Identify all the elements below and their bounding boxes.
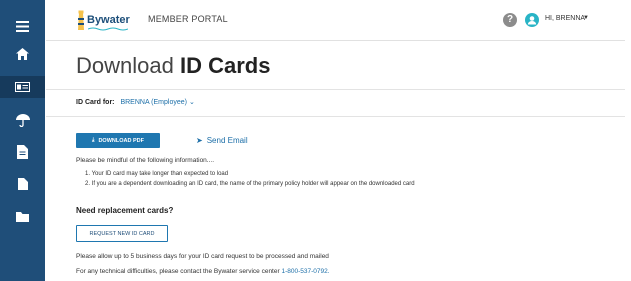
replacement-note: Please allow up to 5 business days for y… — [76, 253, 329, 260]
replacement-heading: Need replacement cards? — [76, 206, 174, 215]
support-text-row: For any technical difficulties, please c… — [76, 268, 330, 275]
request-new-id-card-button[interactable]: REQUEST NEW ID CARD — [76, 225, 168, 242]
info-item: 2. If you are a dependent downloading an… — [85, 181, 415, 187]
download-pdf-button[interactable]: ⤓ DOWNLOAD PDF — [76, 133, 160, 148]
id-card-selector-row: ID Card for: BRENNA (Employee) ⌄ — [76, 98, 195, 106]
page-title-main: ID Cards — [179, 53, 271, 78]
user-avatar-icon[interactable] — [525, 13, 539, 27]
help-icon[interactable]: ? — [503, 13, 517, 27]
document-icon[interactable] — [0, 141, 45, 163]
chevron-down-icon: ⌄ — [188, 99, 195, 106]
file-icon[interactable] — [0, 173, 45, 195]
send-arrow-icon: ➤ — [196, 136, 203, 145]
sidebar — [0, 0, 45, 281]
divider — [46, 89, 625, 90]
send-email-link[interactable]: ➤ Send Email — [196, 136, 248, 145]
bywater-logo[interactable]: Bywater — [76, 10, 146, 32]
send-email-label: Send Email — [206, 136, 248, 145]
page-title: Download ID Cards — [76, 53, 270, 79]
divider — [46, 116, 625, 117]
info-intro: Please be mindful of the following infor… — [76, 157, 215, 164]
top-bar: Bywater MEMBER PORTAL ? HI, BRENNA ▼ — [46, 0, 625, 41]
folder-icon[interactable] — [0, 205, 45, 227]
menu-icon[interactable] — [0, 15, 45, 37]
request-new-id-card-label: REQUEST NEW ID CARD — [89, 230, 155, 237]
support-phone-link[interactable]: 1-800-537-0792. — [281, 268, 329, 275]
umbrella-icon[interactable] — [0, 109, 45, 131]
home-icon[interactable] — [0, 43, 45, 65]
download-icon: ⤓ — [92, 137, 95, 143]
support-text: For any technical difficulties, please c… — [76, 268, 280, 275]
info-item: 1. Your ID card may take longer than exp… — [85, 171, 229, 177]
id-card-label: ID Card for: — [76, 99, 115, 106]
download-pdf-label: DOWNLOAD PDF — [98, 137, 144, 144]
user-greeting[interactable]: HI, BRENNA — [545, 15, 585, 22]
id-card-icon[interactable] — [0, 76, 45, 98]
id-card-selected-value: BRENNA (Employee) — [120, 99, 187, 106]
logo-text: Bywater — [87, 14, 130, 26]
id-card-select[interactable]: BRENNA (Employee) ⌄ — [120, 99, 194, 106]
portal-title: MEMBER PORTAL — [148, 14, 228, 24]
page-title-prefix: Download — [76, 53, 174, 78]
chevron-down-icon[interactable]: ▼ — [583, 15, 589, 21]
